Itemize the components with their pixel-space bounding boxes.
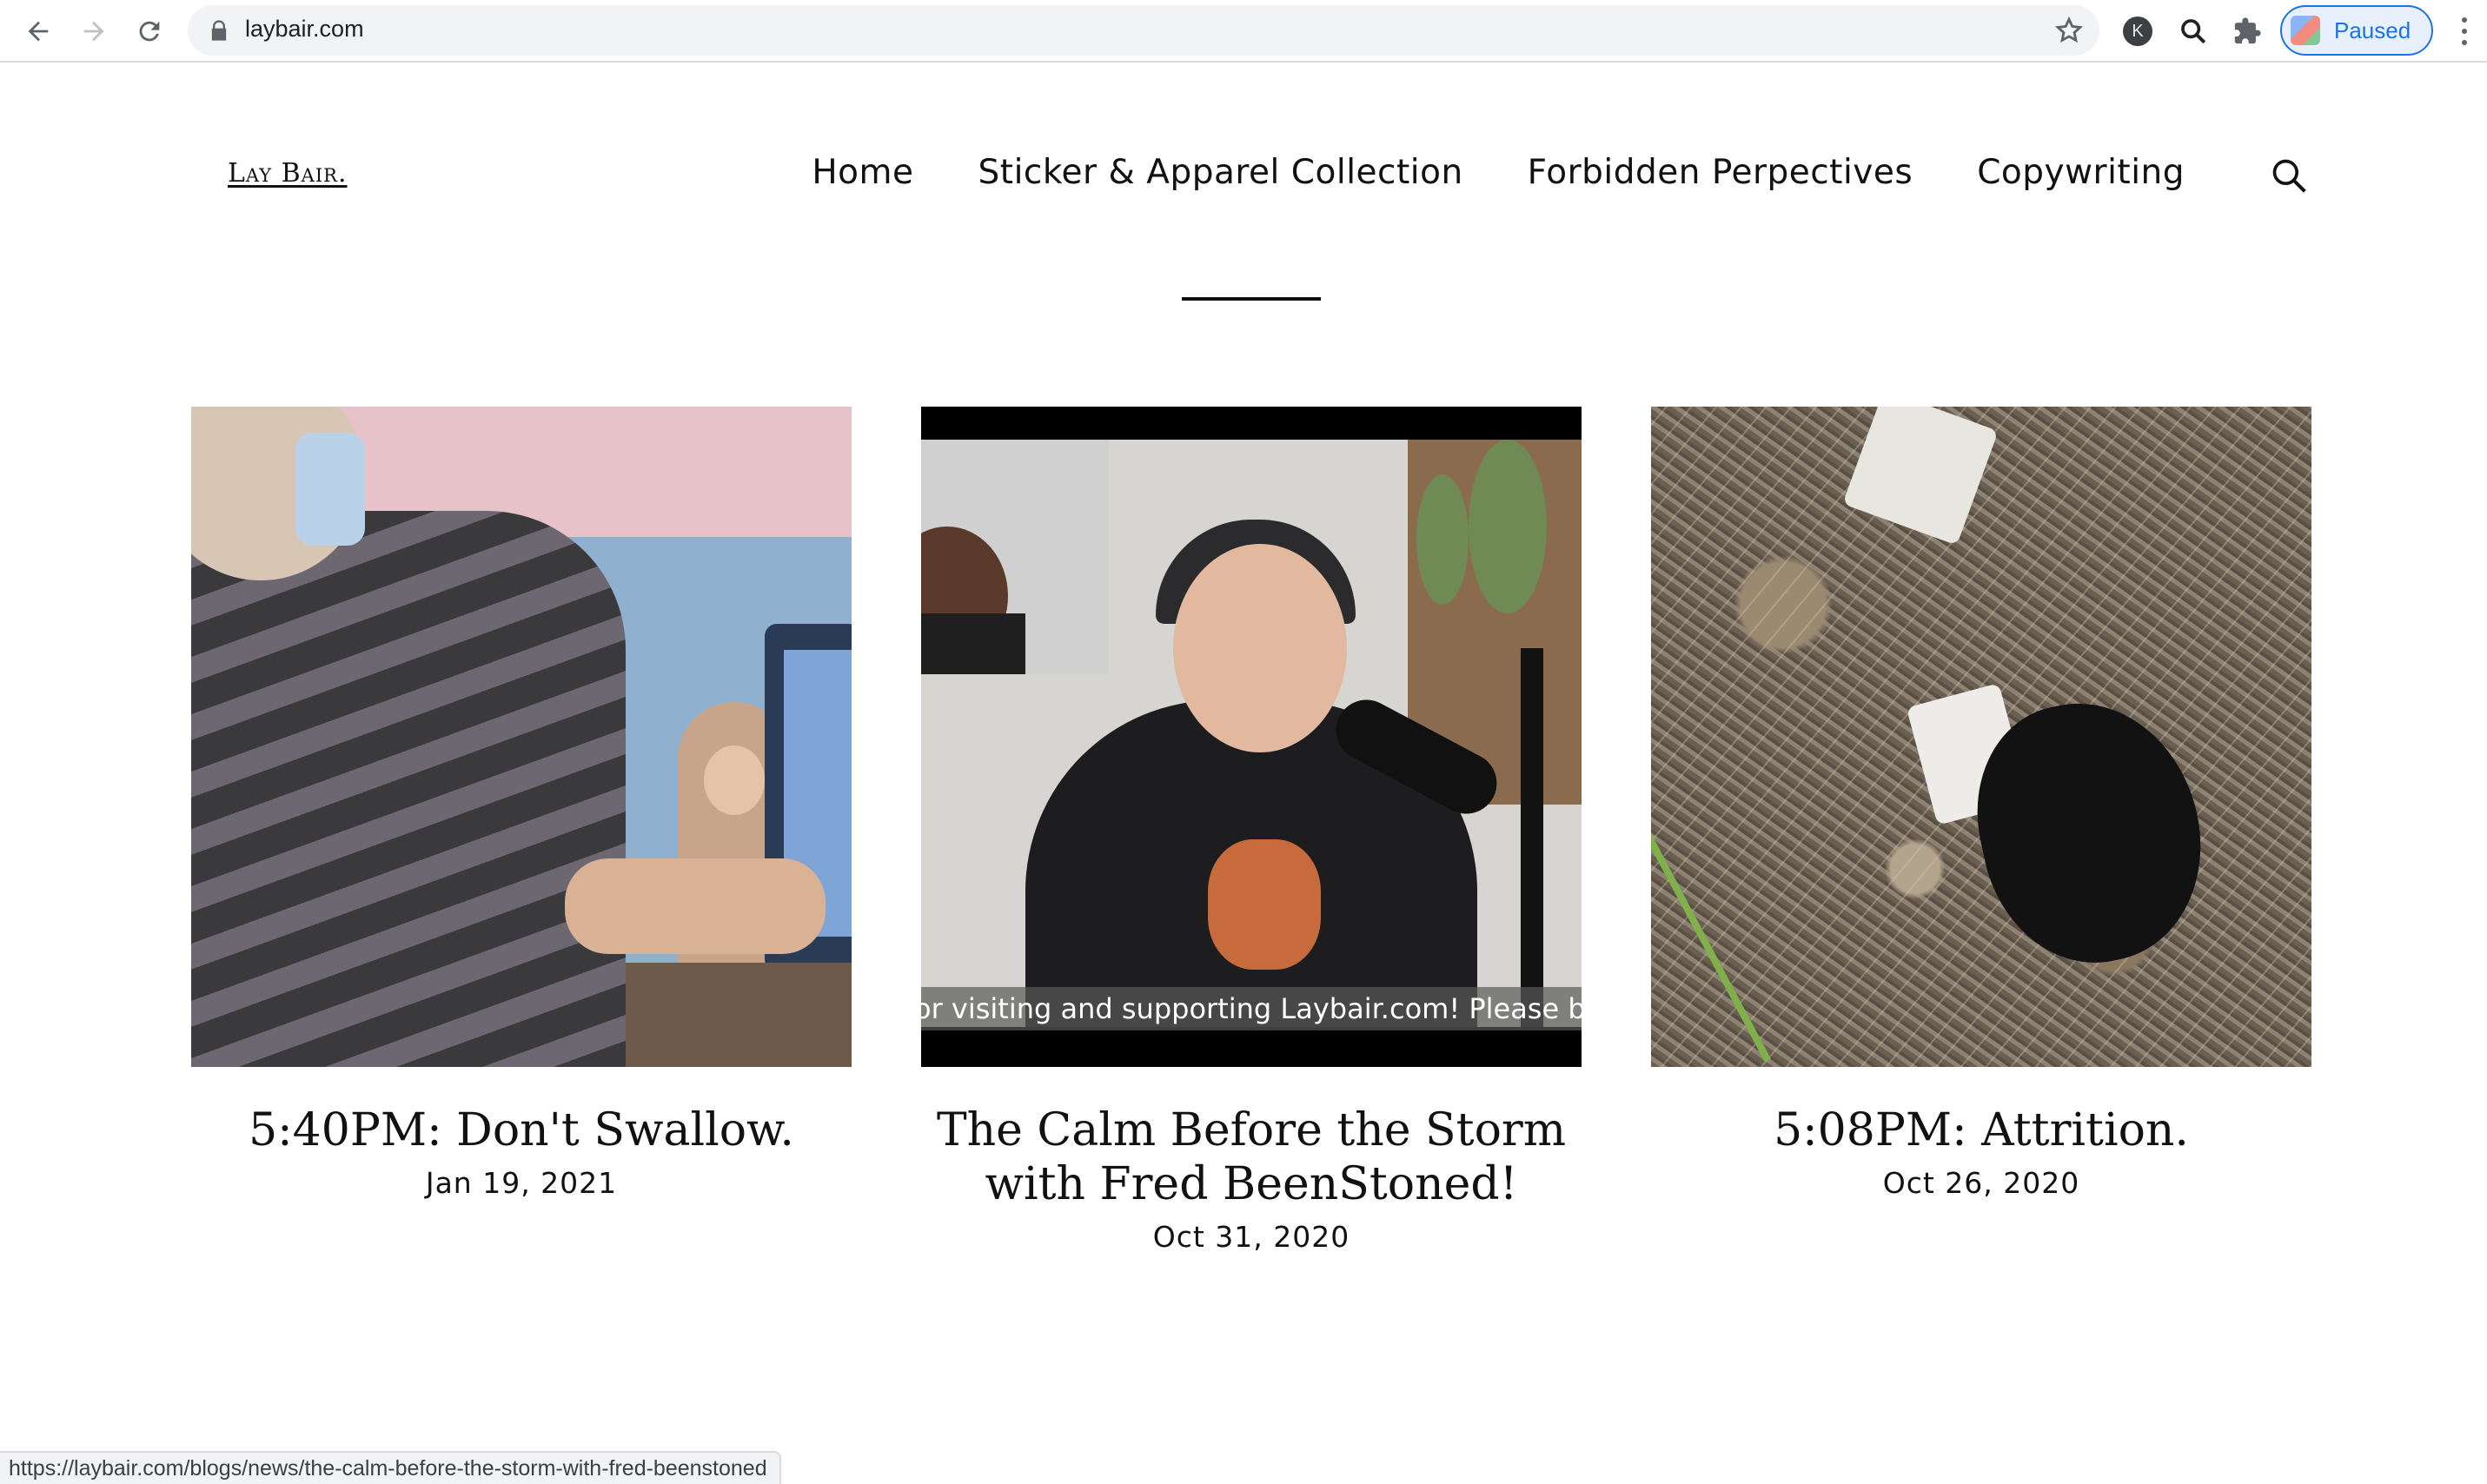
reload-icon [139,21,160,42]
browser-menu-button[interactable] [2456,14,2473,49]
arrow-left-icon [28,21,49,42]
forward-button[interactable] [75,12,113,50]
url-text[interactable]: laybair.com [245,16,364,43]
magnifier-icon [2181,19,2206,44]
post-date: Jan 19, 2021 [425,1166,618,1200]
site-search-icon[interactable] [2270,156,2308,195]
profile-paused-button[interactable]: Paused [2280,5,2433,56]
post-thumbnail[interactable]: or visiting and supporting Laybair.com! … [921,407,1582,1067]
post-title[interactable]: The Calm Before the Storm with Fred Been… [921,1103,1582,1211]
nav-copywriting[interactable]: Copywriting [1977,153,2185,192]
video-call-inset [921,440,1109,674]
blog-post-card[interactable]: or visiting and supporting Laybair.com! … [921,407,1582,1254]
extension-k-icon: K [2123,17,2152,46]
section-divider [1182,297,1321,301]
status-bar-link-preview: https://laybair.com/blogs/news/the-calm-… [0,1451,781,1484]
extension-k-button[interactable]: K [2120,14,2155,49]
address-bar[interactable]: laybair.com [188,5,2099,56]
post-thumbnail[interactable] [1651,407,2311,1067]
blog-post-card[interactable]: 5:08PM: Attrition. Oct 26, 2020 [1651,407,2311,1200]
arrow-right-icon [83,21,104,42]
post-title[interactable]: 5:40PM: Don't Swallow. [191,1103,852,1157]
lock-icon[interactable] [207,18,231,43]
extensions-button[interactable] [2230,14,2265,49]
site-navigation: Home Sticker & Apparel Collection Forbid… [812,153,2185,192]
post-date: Oct 26, 2020 [1882,1166,2080,1200]
profile-avatar [2291,16,2320,45]
site-logo[interactable]: Lay Bair. [228,158,348,189]
post-date: Oct 31, 2020 [1152,1220,1350,1254]
nav-sticker-apparel-collection[interactable]: Sticker & Apparel Collection [978,153,1463,192]
video-caption-ticker: or visiting and supporting Laybair.com! … [921,987,1582,1030]
profile-status-label: Paused [2334,17,2411,43]
ticker-text: or visiting and supporting Laybair.com! … [921,992,1582,1025]
nav-forbidden-perpectives[interactable]: Forbidden Perpectives [1528,153,1913,192]
back-button[interactable] [19,12,57,50]
browser-toolbar: laybair.com K Paused [0,0,2487,63]
nav-home[interactable]: Home [812,153,913,192]
bookmark-star-icon[interactable] [2054,16,2084,45]
post-thumbnail[interactable] [191,407,852,1067]
post-title[interactable]: 5:08PM: Attrition. [1651,1103,2311,1157]
extension-search-button[interactable] [2176,14,2211,49]
reload-button[interactable] [130,12,169,50]
blog-post-card[interactable]: 5:40PM: Don't Swallow. Jan 19, 2021 [191,407,852,1200]
puzzle-icon [2234,17,2261,44]
